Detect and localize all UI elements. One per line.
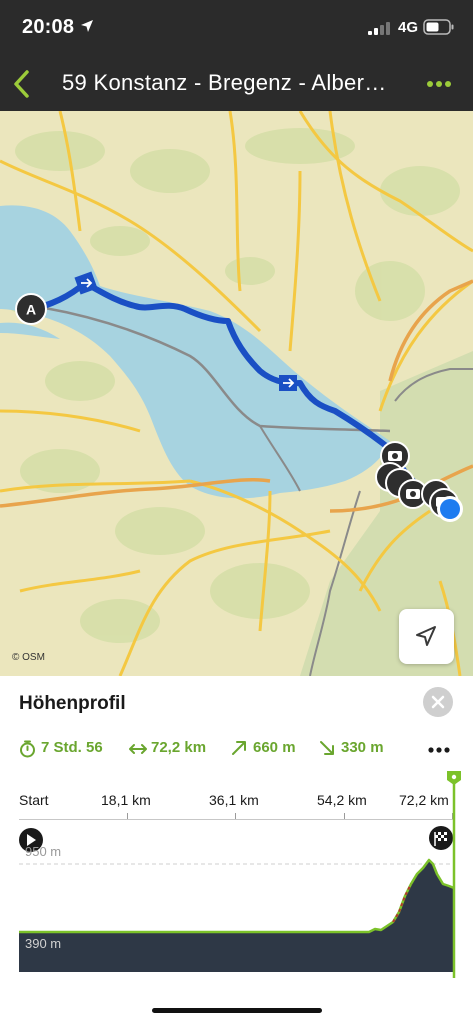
- close-icon: [431, 695, 445, 709]
- tour-stats: 7 Std. 56 72,2 km 660 m 330 m: [19, 738, 459, 760]
- signal-icon: [368, 22, 390, 35]
- axis-tick: [127, 813, 128, 819]
- more-stats-icon[interactable]: [427, 746, 451, 754]
- battery-icon: [423, 19, 454, 35]
- map-canvas[interactable]: A: [0, 111, 473, 676]
- elevation-min-label: 390 m: [25, 936, 62, 951]
- close-button[interactable]: [423, 687, 453, 717]
- position-scrubber[interactable]: [444, 768, 464, 980]
- network-type: 4G: [398, 19, 419, 36]
- axis-tick: [344, 813, 345, 819]
- axis-tick-label: 18,1 km: [101, 792, 151, 808]
- elevation-chart[interactable]: [19, 822, 459, 972]
- locate-icon: [416, 626, 436, 646]
- timer-icon: [20, 740, 35, 758]
- elevation-profile[interactable]: 950 m 390 m: [19, 822, 459, 972]
- home-indicator[interactable]: [152, 1008, 322, 1013]
- ascent-icon: [232, 741, 246, 755]
- direction-marker: [279, 375, 297, 391]
- elevation-area: [19, 860, 454, 972]
- ascent-value: 660 m: [253, 739, 296, 756]
- start-marker[interactable]: A: [15, 293, 47, 325]
- status-time: 20:08: [22, 16, 75, 38]
- map-attribution[interactable]: © OSM: [12, 652, 45, 663]
- elevation-max-label: 950 m: [25, 844, 62, 859]
- axis-tick-label: Start: [19, 792, 49, 808]
- distance-axis: Start 18,1 km 36,1 km 54,2 km 72,2 km: [19, 792, 459, 822]
- panel-title: Höhenprofil: [19, 693, 126, 714]
- elevation-line: [19, 858, 455, 934]
- descent-value: 330 m: [341, 739, 384, 756]
- page-title: 59 Konstanz - Bregenz - Alber…: [62, 70, 387, 95]
- route-map[interactable]: A © OSM: [0, 111, 473, 676]
- start-marker-label: A: [26, 302, 36, 318]
- more-icon[interactable]: [422, 72, 458, 96]
- duration-value: 7 Std. 56: [41, 739, 103, 756]
- elevation-panel: Höhenprofil 7 Std. 56 72,2 km 660 m 330 …: [0, 676, 473, 1024]
- nav-bar: 59 Konstanz - Bregenz - Alber…: [0, 56, 473, 111]
- distance-value: 72,2 km: [151, 739, 207, 756]
- axis-tick-label: 54,2 km: [317, 792, 367, 808]
- locate-button[interactable]: [399, 609, 454, 664]
- status-bar: 20:08 4G: [0, 0, 473, 54]
- location-arrow-icon: [81, 20, 93, 32]
- axis-tick: [235, 813, 236, 819]
- distance-icon: [129, 744, 147, 754]
- axis-tick-label: 36,1 km: [209, 792, 259, 808]
- current-location-marker: [437, 496, 463, 522]
- descent-icon: [320, 741, 334, 755]
- top-bar: 20:08 4G 59 Konstanz - Bregenz - Alber…: [0, 0, 473, 111]
- axis-tick-label: 72,2 km: [399, 792, 449, 808]
- back-icon[interactable]: [8, 66, 36, 102]
- axis-line: [19, 819, 453, 820]
